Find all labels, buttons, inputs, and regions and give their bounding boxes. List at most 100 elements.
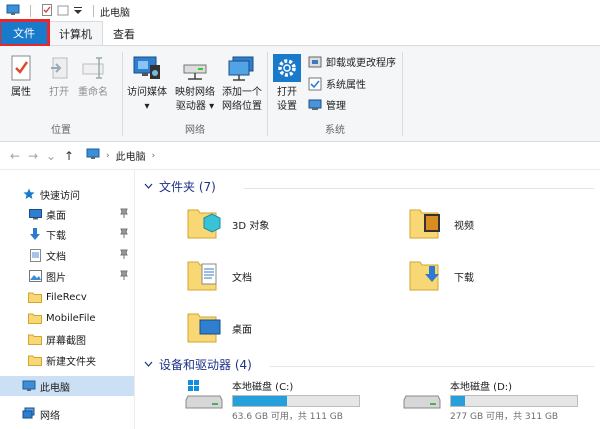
pin-icon[interactable]: [120, 270, 128, 283]
location-group-label: 位置: [51, 125, 71, 136]
drive-usage-fill: [233, 396, 288, 406]
customize-dropdown-icon[interactable]: [73, 4, 83, 19]
computer-icon: [86, 148, 100, 163]
desktop-folder-icon: [186, 308, 224, 349]
folder-item[interactable]: 文档: [186, 256, 252, 297]
system-properties-button[interactable]: 系统属性: [308, 76, 366, 91]
tab-view[interactable]: 查看: [103, 23, 145, 45]
navigation-pane: 快速访问 桌面 下载文档图片 FileRecv MobileFile 屏幕截图新建文件夹…: [0, 170, 135, 429]
drive-space-detail: 63.6 GB 可用，共 111 GB: [232, 412, 343, 422]
pin-icon[interactable]: [120, 228, 128, 241]
folder-name: 3D 对象: [232, 221, 270, 232]
map-network-drive-button[interactable]: 映射网络 驱动器 ▾: [173, 52, 217, 114]
breadcrumb-this-pc[interactable]: 此电脑: [116, 148, 146, 163]
dropdown-arrow-icon: ▾: [144, 101, 150, 112]
downloads-folder-icon: [408, 256, 446, 297]
manage-icon: [308, 98, 322, 112]
chevron-down-icon: [144, 182, 153, 192]
drive-info: 本地磁盘 (C:) 63.6 GB 可用，共 111 GB: [232, 378, 360, 422]
documents-folder-icon: [186, 256, 224, 297]
section-divider: [244, 188, 594, 189]
properties-icon[interactable]: [41, 3, 53, 19]
nav-item[interactable]: MobileFile: [0, 308, 134, 328]
folders-section-header[interactable]: 文件夹 (7): [144, 178, 216, 195]
folder-item[interactable]: 桌面: [186, 308, 252, 349]
up-arrow-icon[interactable]: ↑: [60, 146, 78, 166]
drive-usage-fill: [451, 396, 465, 406]
folder-name: 视频: [454, 221, 474, 232]
folder-item[interactable]: 下载: [408, 256, 474, 297]
rename-button[interactable]: 重命名: [78, 52, 108, 100]
star-icon: [22, 187, 36, 201]
pictures-icon: [28, 269, 42, 283]
drive-item[interactable]: 本地磁盘 (D:) 277 GB 可用，共 311 GB: [402, 378, 578, 422]
ribbon-tabs: 文件 计算机 查看: [0, 19, 600, 47]
chevron-down-icon: [144, 360, 153, 370]
nav-item[interactable]: 文档: [0, 245, 134, 265]
drive-item[interactable]: 本地磁盘 (C:) 63.6 GB 可用，共 111 GB: [184, 378, 360, 422]
location-group: 属性 打开 重命名 位置: [0, 46, 122, 142]
breadcrumb[interactable]: › 此电脑 ›: [86, 148, 155, 163]
rename-label: 重命名: [78, 87, 108, 98]
nav-label: 图片: [46, 272, 66, 284]
folder-item[interactable]: 视频: [408, 204, 474, 245]
folder-item[interactable]: 3D 对象: [186, 204, 269, 245]
nav-network[interactable]: 网络: [0, 404, 134, 424]
nav-item[interactable]: 下载: [0, 224, 134, 244]
manage-button[interactable]: 管理: [308, 97, 346, 112]
manage-label: 管理: [326, 101, 346, 112]
toolbar-divider: [30, 5, 31, 17]
drives-section-header[interactable]: 设备和驱动器 (4): [144, 356, 252, 373]
settings-label-line2: 设置: [277, 101, 297, 112]
tab-computer[interactable]: 计算机: [48, 21, 103, 45]
3d-objects-folder-icon: [186, 204, 224, 245]
properties-button[interactable]: 属性: [6, 52, 36, 100]
uninstall-program-button[interactable]: 卸载或更改程序: [308, 54, 396, 69]
network-group-label: 网络: [185, 125, 205, 136]
nav-item[interactable]: 屏幕截图: [0, 329, 134, 349]
folder-icon: [28, 290, 42, 304]
nav-this-pc[interactable]: 此电脑: [0, 376, 134, 396]
nav-item[interactable]: 新建文件夹: [0, 350, 134, 370]
nav-label: MobileFile: [46, 312, 96, 324]
desktop-icon: [28, 207, 42, 221]
recent-locations-icon[interactable]: ⌄: [42, 146, 60, 166]
computer-icon[interactable]: [6, 4, 20, 19]
map-drive-label-line2: 驱动器 ▾: [175, 101, 215, 112]
chevron-right-icon[interactable]: ›: [106, 151, 110, 161]
system-group-label: 系统: [325, 125, 345, 136]
pin-icon[interactable]: [120, 208, 128, 221]
forward-arrow-icon[interactable]: →: [24, 146, 42, 166]
add-network-location-button[interactable]: 添加一个 网络位置: [219, 52, 265, 114]
quick-access-toolbar: [6, 3, 100, 19]
videos-folder-icon: [408, 204, 446, 245]
drive-usage-bar: [450, 395, 578, 407]
content-pane: 文件夹 (7) 3D 对象 视频文档 下载桌面 设备和驱动器 (4) 本地磁盘 (C…: [136, 170, 600, 429]
folder-name: 文档: [232, 273, 252, 284]
settings-label-line1: 打开: [277, 87, 297, 98]
nav-quick-access[interactable]: 快速访问: [0, 184, 134, 204]
nav-label: 网络: [40, 410, 60, 422]
properties-label: 属性: [11, 87, 31, 98]
network-icon: [22, 407, 36, 421]
nav-label: 文档: [46, 251, 66, 263]
pin-icon[interactable]: [120, 249, 128, 262]
network-group: 访问媒体 ▾ 映射网络 驱动器 ▾ 添加一个 网络位置 网络: [123, 46, 267, 142]
access-media-button[interactable]: 访问媒体 ▾: [125, 52, 169, 114]
drive-info: 本地磁盘 (D:) 277 GB 可用，共 311 GB: [450, 378, 578, 422]
back-arrow-icon[interactable]: ←: [6, 146, 24, 166]
nav-item[interactable]: 图片: [0, 266, 134, 286]
nav-item[interactable]: 桌面: [0, 204, 134, 224]
tab-file[interactable]: 文件: [0, 19, 50, 47]
chevron-right-icon[interactable]: ›: [152, 151, 156, 161]
add-location-label-line2: 网络位置: [222, 101, 262, 112]
drive-name: 本地磁盘 (C:): [232, 382, 294, 393]
new-folder-icon[interactable]: [57, 4, 69, 19]
open-button[interactable]: 打开: [44, 52, 74, 100]
nav-label: 新建文件夹: [46, 356, 96, 368]
open-settings-button[interactable]: 打开 设置: [272, 52, 302, 114]
network-drive-icon: [180, 52, 210, 84]
section-title: 文件夹 (7): [159, 180, 216, 194]
access-media-label: 访问媒体: [127, 87, 167, 98]
nav-item[interactable]: FileRecv: [0, 287, 134, 307]
